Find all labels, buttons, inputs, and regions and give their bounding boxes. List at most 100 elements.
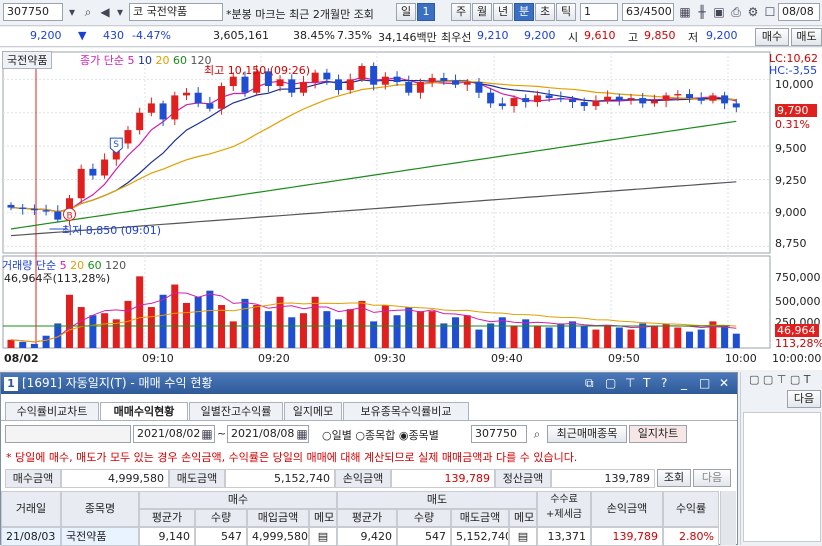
date-input[interactable]: 08/08 (778, 3, 820, 21)
period-week-button[interactable]: 주 (451, 3, 471, 21)
window-restore-icon[interactable]: ⧉ (585, 373, 594, 394)
radio-icon[interactable]: ○ (322, 429, 332, 442)
recent-stocks-button[interactable]: 최근매매종목 (547, 425, 627, 443)
next-button-right[interactable]: 다음 (787, 390, 821, 408)
candle-body (428, 78, 436, 83)
volume-bar (510, 325, 518, 348)
volume-bar (124, 300, 132, 348)
volume-bar (440, 323, 448, 348)
period-minute-button[interactable]: 분 (514, 3, 534, 21)
view-mode-radios[interactable]: ○일별 ○종목합 ◉종목별 (322, 427, 439, 443)
tab-return-compare[interactable]: 수익률비교차트 (5, 402, 99, 421)
journal-chart-button[interactable]: 일지차트 (629, 425, 687, 443)
stock-name: 국전약품 (146, 5, 188, 18)
radio-daily-label[interactable]: 일별 (332, 429, 352, 442)
calendar-icon[interactable]: ▦ (294, 426, 310, 442)
pl-amount-value: 139,789 (391, 469, 495, 488)
grid-icon[interactable]: ▦ (677, 4, 693, 20)
tab-holding-compare[interactable]: 보유종목수익률비교 (343, 402, 469, 421)
date-separator: ~ (217, 427, 227, 440)
row-buy-qty: 547 (195, 527, 247, 546)
volume-bar (627, 329, 635, 348)
period-second-button[interactable]: 초 (535, 3, 555, 21)
calendar-icon[interactable]: ▦ (199, 426, 215, 442)
radio-sum-label[interactable]: 종목합 (365, 429, 395, 442)
row-name: 국전약품 (61, 527, 139, 546)
ma-label: 종가 단순 (80, 54, 124, 67)
dropdown-icon[interactable]: ▾ (64, 4, 80, 20)
chevron-down-icon[interactable]: ▾ (112, 4, 128, 20)
tab-daily-balance[interactable]: 일별잔고수익률 (189, 402, 283, 421)
candle-chart-svg[interactable]: BS (0, 48, 822, 370)
search-icon[interactable]: ⌕ (529, 426, 545, 442)
radio-bystock-label[interactable]: 종목별 (408, 429, 438, 442)
candle-body (463, 82, 471, 85)
candle-body (639, 98, 647, 104)
pin-icon[interactable]: ⊤ (625, 373, 635, 394)
volume-bar (288, 317, 296, 348)
volume-bar (416, 311, 424, 348)
volume-bar (557, 323, 565, 348)
period-tick-button[interactable]: 틱 (556, 3, 576, 21)
stock-label: 국전약품 (2, 51, 53, 69)
minimize-icon[interactable]: _ (681, 373, 687, 394)
stock-code-input[interactable]: 307750 (471, 425, 527, 443)
buy-amount-value: 4,999,580 (61, 469, 169, 488)
text-icon[interactable]: T (643, 373, 650, 394)
best-price: 9,210 (477, 29, 509, 42)
radio-selected-icon[interactable]: ◉ (399, 429, 409, 442)
radio-icon[interactable]: ○ (355, 429, 365, 442)
background-window-icons[interactable]: ▢ ▢ ⊤ ▢ T (749, 373, 810, 386)
chart-area[interactable]: BS 국전약품 종가 단순 5 10 20 60 120 최고 10,150 (… (0, 48, 822, 370)
candle-body (580, 102, 588, 107)
chart-type-icon[interactable]: ╫ (694, 4, 710, 20)
period-month-button[interactable]: 월 (472, 3, 492, 21)
window-link-icon[interactable]: ▢ (605, 373, 616, 394)
ratio-value-1: 38.45% (293, 29, 335, 42)
candle-body (124, 130, 132, 144)
top-toolbar: 307750 ▾ ⌕ ◀ ▾ 코 국전약품 *분봉 마크는 최근 2개월만 조회… (0, 0, 822, 26)
gear-icon[interactable]: ⚙ (745, 4, 761, 20)
period-value-button[interactable]: 1 (417, 3, 435, 21)
open-price: 9,610 (584, 29, 616, 42)
high-annotation: 최고 10,150 (09:26) (204, 64, 311, 77)
memo-icon[interactable]: ▤ (309, 527, 337, 546)
next-button[interactable]: 다음 (693, 469, 731, 487)
account-field[interactable] (5, 425, 131, 443)
background-window-content (743, 412, 821, 542)
tab-trade-profit[interactable]: 매매수익현황 (100, 402, 188, 421)
maximize-icon[interactable]: □ (699, 373, 710, 394)
period-year-button[interactable]: 년 (493, 3, 513, 21)
sell-button[interactable]: 매도 (791, 28, 822, 46)
volume-value: 3,605,161 (213, 29, 269, 42)
checkbox-icon[interactable]: ☐ (762, 4, 778, 20)
close-icon[interactable]: ✕ (719, 373, 729, 394)
tick-value-input[interactable]: 1 (580, 3, 618, 21)
period-day-button[interactable]: 일 (396, 3, 416, 21)
count-field[interactable]: 63/4500 (622, 3, 674, 21)
search-icon[interactable]: ⌕ (80, 4, 96, 20)
memo-icon[interactable]: ▤ (509, 527, 537, 546)
volume-bar (615, 327, 623, 348)
volume-bar (662, 323, 670, 348)
speaker-icon[interactable]: ◀ (97, 4, 113, 20)
print-icon[interactable]: ⎙ (728, 4, 744, 20)
stock-code-input[interactable]: 307750 (3, 3, 63, 21)
scrollbar[interactable] (720, 491, 736, 545)
panel-title-bar[interactable]: 1 [1691] 자동일지(T) - 매매 수익 현황 ⧉ ▢ ⊤ T ? _ □… (1, 373, 737, 394)
candle-body (299, 82, 307, 93)
buy-button[interactable]: 매수 (755, 28, 789, 46)
high-label: 고 (628, 31, 639, 44)
volume-value-label: 46,964주(113,28%) (4, 272, 111, 285)
time-right-label: 10:00:00 (772, 352, 822, 365)
save-icon[interactable]: ▣ (711, 4, 727, 20)
low-annotation: 최저 8,850 (09:01) (62, 224, 162, 237)
candle-body (685, 94, 694, 99)
help-icon[interactable]: ? (661, 373, 667, 394)
stock-name-field[interactable]: 코 국전약품 (129, 3, 223, 21)
notice-text: *분봉 마크는 최근 2개월만 조회 (226, 8, 374, 21)
candle-body (182, 92, 190, 96)
tab-journal-memo[interactable]: 일지메모 (284, 402, 342, 421)
vol-pct-tag: 113,28% (775, 337, 822, 350)
query-button[interactable]: 조회 (657, 469, 691, 487)
